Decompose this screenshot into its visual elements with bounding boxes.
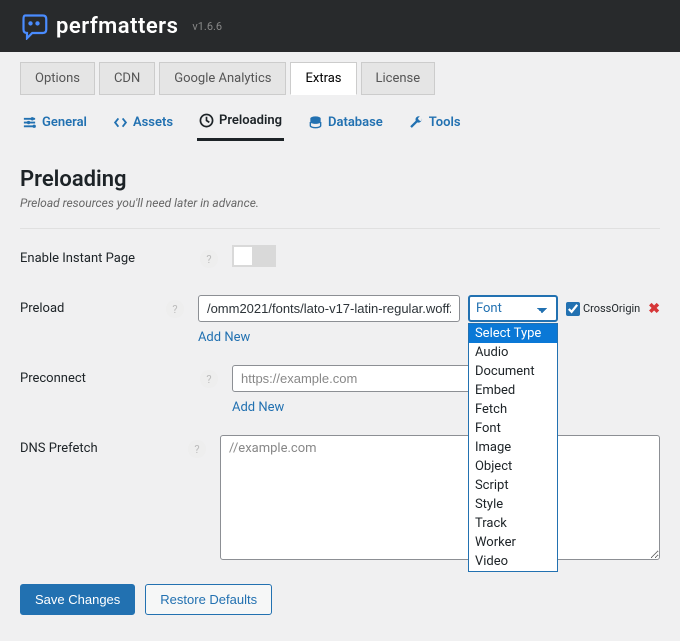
preload-add-new[interactable]: Add New xyxy=(198,330,660,345)
dropdown-option[interactable]: Font xyxy=(469,419,557,438)
crossorigin-checkbox[interactable] xyxy=(566,302,580,316)
perfmatters-icon xyxy=(20,12,48,40)
tab-extras[interactable]: Extras xyxy=(290,62,356,95)
field-label: DNS Prefetch xyxy=(20,435,188,456)
tab-google-analytics[interactable]: Google Analytics xyxy=(159,62,286,95)
dns-prefetch-textarea[interactable] xyxy=(220,435,660,560)
page-title: Preloading xyxy=(20,167,660,192)
help-icon[interactable]: ? xyxy=(200,250,218,268)
dropdown-option[interactable]: Audio xyxy=(469,343,557,362)
secondary-tabs: General Assets Preloading Database Tools xyxy=(20,107,660,141)
dropdown-option[interactable]: Image xyxy=(469,438,557,457)
subtab-label: Tools xyxy=(429,115,461,130)
preload-url-input[interactable] xyxy=(198,295,460,322)
subtab-general[interactable]: General xyxy=(20,107,89,141)
subtab-label: Assets xyxy=(133,115,173,130)
dropdown-option[interactable]: Video xyxy=(469,552,557,571)
brand-version: v1.6.6 xyxy=(192,20,222,33)
primary-tabs: Options CDN Google Analytics Extras Lice… xyxy=(20,62,660,95)
preload-type-dropdown: Select Type Audio Document Embed Fetch F… xyxy=(468,323,558,572)
save-button[interactable]: Save Changes xyxy=(20,584,135,615)
dropdown-option[interactable]: Style xyxy=(469,495,557,514)
code-icon xyxy=(113,115,128,130)
field-dns-prefetch: DNS Prefetch ? xyxy=(20,435,660,560)
dropdown-option[interactable]: Object xyxy=(469,457,557,476)
tab-cdn[interactable]: CDN xyxy=(99,62,155,95)
divider xyxy=(20,228,660,229)
help-icon[interactable]: ? xyxy=(166,300,184,318)
toggle-knob xyxy=(234,247,252,265)
crossorigin-label: CrossOrigin xyxy=(583,302,640,315)
dropdown-option[interactable]: Document xyxy=(469,362,557,381)
app-header: perfmatters v1.6.6 xyxy=(0,0,680,52)
help-icon[interactable]: ? xyxy=(188,440,206,458)
wrench-icon xyxy=(409,115,424,130)
dropdown-option[interactable]: Embed xyxy=(469,381,557,400)
crossorigin-wrap[interactable]: CrossOrigin xyxy=(566,302,640,316)
brand-name: perfmatters xyxy=(56,14,178,39)
clock-icon xyxy=(199,113,214,128)
subtab-assets[interactable]: Assets xyxy=(111,107,175,141)
field-label: Preconnect xyxy=(20,365,200,386)
subtab-label: Preloading xyxy=(219,113,282,128)
dropdown-option[interactable]: Track xyxy=(469,514,557,533)
preconnect-input[interactable] xyxy=(232,365,494,392)
preconnect-add-new[interactable]: Add New xyxy=(232,400,660,415)
field-preconnect: Preconnect ? Add New xyxy=(20,365,660,415)
tab-license[interactable]: License xyxy=(361,62,436,95)
dropdown-option[interactable]: Fetch xyxy=(469,400,557,419)
field-label: Enable Instant Page xyxy=(20,245,200,266)
field-instant-page: Enable Instant Page ? xyxy=(20,245,660,275)
database-icon xyxy=(308,115,323,130)
tab-options[interactable]: Options xyxy=(20,62,95,95)
subtab-database[interactable]: Database xyxy=(306,107,385,141)
page-subtitle: Preload resources you'll need later in a… xyxy=(20,196,660,210)
subtab-tools[interactable]: Tools xyxy=(407,107,463,141)
restore-button[interactable]: Restore Defaults xyxy=(145,584,272,615)
action-buttons: Save Changes Restore Defaults xyxy=(20,584,660,615)
field-label: Preload xyxy=(20,295,166,316)
field-preload: Preload ? Font CrossOrigin ✖ Select Type… xyxy=(20,295,660,345)
brand-logo: perfmatters v1.6.6 xyxy=(20,12,222,40)
help-icon[interactable]: ? xyxy=(200,370,218,388)
content-area: Options CDN Google Analytics Extras Lice… xyxy=(0,52,680,635)
subtab-label: General xyxy=(42,115,87,130)
sliders-icon xyxy=(22,115,37,130)
preload-type-select[interactable]: Font xyxy=(468,295,558,322)
instant-page-toggle[interactable] xyxy=(232,245,276,267)
subtab-preloading[interactable]: Preloading xyxy=(197,107,284,141)
remove-icon[interactable]: ✖ xyxy=(648,301,660,317)
dropdown-option[interactable]: Worker xyxy=(469,533,557,552)
dropdown-option[interactable]: Script xyxy=(469,476,557,495)
subtab-label: Database xyxy=(328,115,383,130)
dropdown-option[interactable]: Select Type xyxy=(469,324,557,343)
